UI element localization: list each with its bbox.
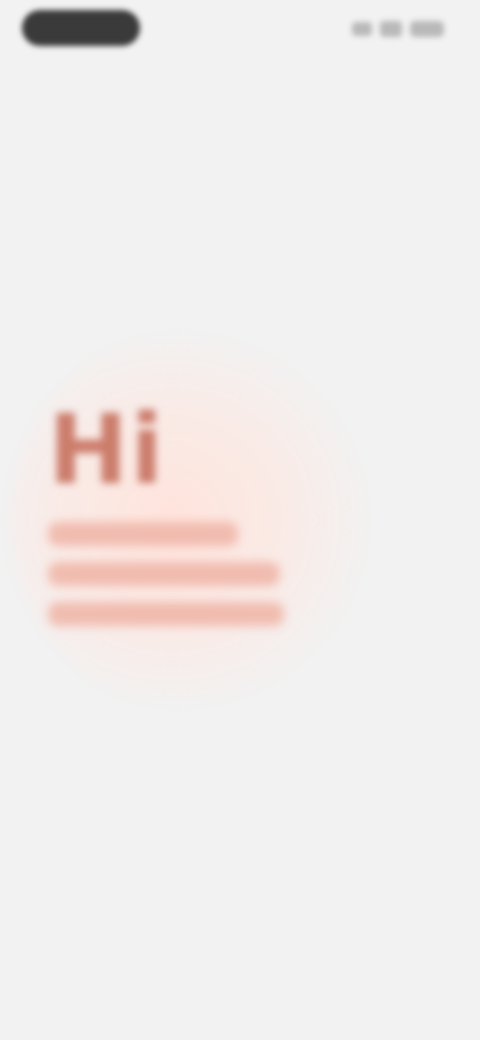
time-pill: [22, 10, 140, 46]
screen: Hi: [0, 0, 480, 1040]
signal-icon: [352, 22, 372, 36]
hero-subtitle-line: [48, 602, 284, 626]
battery-icon: [410, 21, 444, 37]
hero-subtitle: [48, 522, 348, 626]
hero: Hi: [48, 400, 348, 642]
wifi-icon: [380, 21, 402, 37]
hero-greeting: Hi: [48, 394, 166, 506]
hero-subtitle-line: [48, 562, 280, 586]
hero-subtitle-line: [48, 522, 238, 546]
status-bar: [0, 0, 480, 64]
status-icons: [352, 18, 444, 40]
